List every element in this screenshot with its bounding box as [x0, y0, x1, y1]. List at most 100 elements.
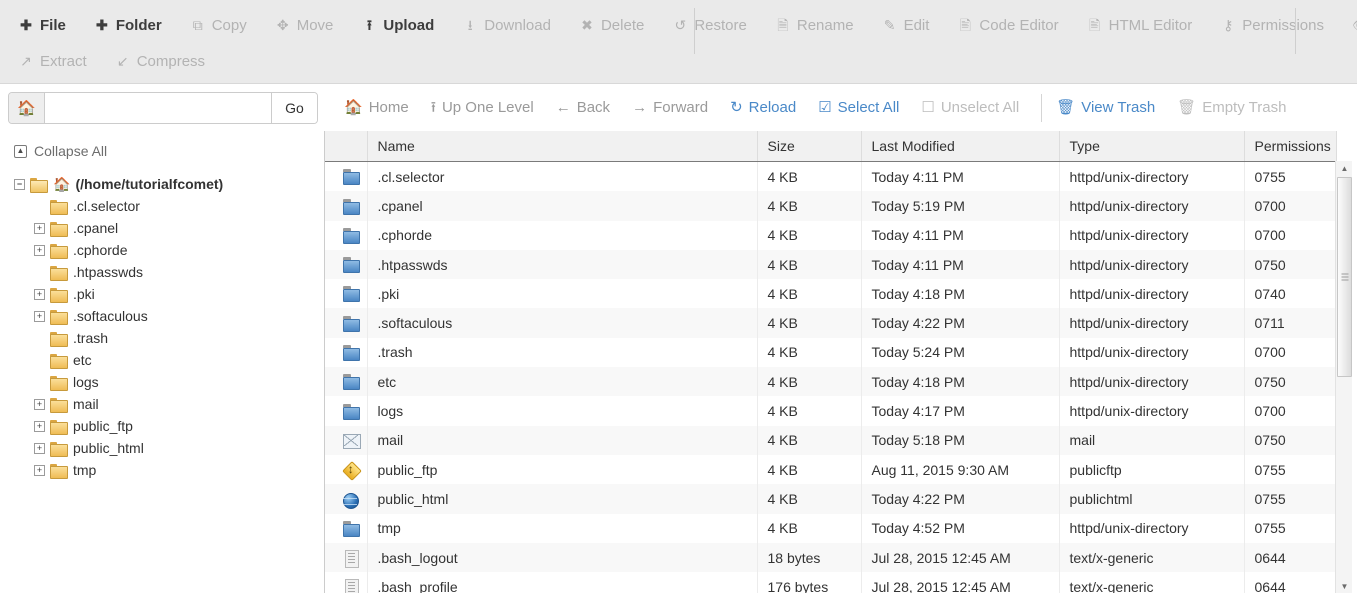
- nav-button-home[interactable]: 🏠Home: [344, 100, 409, 115]
- toolbar-button-label: Edit: [904, 18, 930, 33]
- tree-node-cphorde[interactable]: + .cphorde: [14, 239, 324, 261]
- tree-node-cpanel[interactable]: + .cpanel: [14, 217, 324, 239]
- tree-node-pki[interactable]: + .pki: [14, 283, 324, 305]
- expander-icon[interactable]: +: [34, 443, 45, 454]
- table-row[interactable]: .bash_logout18 bytesJul 28, 2015 12:45 A…: [325, 543, 1336, 572]
- nav-button-view-trash[interactable]: 🗑View Trash: [1056, 100, 1155, 115]
- toolbar-button-upload[interactable]: ⭱Upload: [357, 16, 444, 35]
- file-name-cell[interactable]: .bash_profile: [367, 572, 757, 593]
- column-header-modified[interactable]: Last Modified: [861, 131, 1059, 162]
- tree-node-public-html[interactable]: + public_html: [14, 437, 324, 459]
- tree-node-label[interactable]: etc: [73, 352, 92, 368]
- tree-node-label[interactable]: tmp: [73, 462, 96, 478]
- file-type-cell: httpd/unix-directory: [1059, 367, 1244, 396]
- go-button[interactable]: Go: [271, 93, 317, 123]
- table-row[interactable]: .cphorde4 KBToday 4:11 PMhttpd/unix-dire…: [325, 221, 1336, 250]
- toolbar-button-folder[interactable]: ✚ Folder: [90, 16, 172, 35]
- tree-node-etc[interactable]: etc: [14, 349, 324, 371]
- file-name-cell[interactable]: .pki: [367, 279, 757, 308]
- collapse-all-button[interactable]: ▲ Collapse All: [14, 143, 324, 159]
- edit-pencil-icon: ✎: [882, 18, 898, 32]
- file-name-cell[interactable]: .htpasswds: [367, 250, 757, 279]
- tree-node-mail[interactable]: + mail: [14, 393, 324, 415]
- table-row[interactable]: .pki4 KBToday 4:18 PMhttpd/unix-director…: [325, 279, 1336, 308]
- file-list-scrollbar[interactable]: ▲ ▼: [1335, 161, 1352, 593]
- tree-node-logs[interactable]: logs: [14, 371, 324, 393]
- file-name-cell[interactable]: .bash_logout: [367, 543, 757, 572]
- file-name-cell[interactable]: .cl.selector: [367, 162, 757, 192]
- column-header-permissions[interactable]: Permissions: [1244, 131, 1336, 162]
- nav-button-select-all[interactable]: ☑Select All: [818, 100, 899, 115]
- table-row[interactable]: public_html4 KBToday 4:22 PMpublichtml07…: [325, 484, 1336, 513]
- scroll-up-arrow[interactable]: ▲: [1336, 161, 1353, 175]
- nav-button-back[interactable]: ←Back: [556, 100, 610, 115]
- expander-icon[interactable]: +: [34, 311, 45, 322]
- file-name-cell[interactable]: logs: [367, 396, 757, 425]
- file-name-cell[interactable]: etc: [367, 367, 757, 396]
- table-row[interactable]: etc4 KBToday 4:18 PMhttpd/unix-directory…: [325, 367, 1336, 396]
- expander-icon[interactable]: +: [34, 465, 45, 476]
- tree-node-label[interactable]: public_html: [73, 440, 144, 456]
- file-name-cell[interactable]: .cpanel: [367, 191, 757, 220]
- tree-node-label[interactable]: .trash: [73, 330, 108, 346]
- file-name-cell[interactable]: mail: [367, 426, 757, 455]
- tree-node-label[interactable]: .softaculous: [73, 308, 148, 324]
- expander-icon[interactable]: +: [34, 245, 45, 256]
- tree-node-label[interactable]: .pki: [73, 286, 95, 302]
- table-row[interactable]: .softaculous4 KBToday 4:22 PMhttpd/unix-…: [325, 308, 1336, 337]
- tree-node-htpasswds[interactable]: .htpasswds: [14, 261, 324, 283]
- table-row[interactable]: .trash4 KBToday 5:24 PMhttpd/unix-direct…: [325, 338, 1336, 367]
- scrollbar-thumb[interactable]: [1337, 177, 1352, 377]
- nav-button-label: Unselect All: [941, 100, 1019, 115]
- expander-icon[interactable]: +: [34, 223, 45, 234]
- tree-root-node[interactable]: − 🏠 (/home/tutorialfcomet): [14, 173, 324, 195]
- table-row[interactable]: .bash_profile176 bytesJul 28, 2015 12:45…: [325, 572, 1336, 593]
- column-header-type[interactable]: Type: [1059, 131, 1244, 162]
- tree-node-trash[interactable]: .trash: [14, 327, 324, 349]
- scroll-down-arrow[interactable]: ▼: [1336, 579, 1353, 593]
- table-row[interactable]: tmp4 KBToday 4:52 PMhttpd/unix-directory…: [325, 514, 1336, 543]
- expander-icon[interactable]: +: [34, 289, 45, 300]
- file-name-cell[interactable]: public_html: [367, 484, 757, 513]
- tree-node-label[interactable]: mail: [73, 396, 99, 412]
- toolbar-button-label: Folder: [116, 18, 162, 33]
- tree-node-label[interactable]: .cpanel: [73, 220, 118, 236]
- nav-button-reload[interactable]: ↻Reload: [730, 100, 796, 115]
- nav-button-up-one-level[interactable]: ⭱Up One Level: [431, 100, 534, 115]
- table-row[interactable]: .cl.selector4 KBToday 4:11 PMhttpd/unix-…: [325, 162, 1336, 192]
- tree-node-label[interactable]: .cphorde: [73, 242, 127, 258]
- column-header-size[interactable]: Size: [757, 131, 861, 162]
- table-row[interactable]: mail4 KBToday 5:18 PMmail0750: [325, 426, 1336, 455]
- tree-node-tmp[interactable]: + tmp: [14, 459, 324, 481]
- expander-icon[interactable]: −: [14, 179, 25, 190]
- toolbar-button-file[interactable]: ✚File: [14, 16, 76, 35]
- nav-button-forward[interactable]: →Forward: [632, 100, 708, 115]
- table-row[interactable]: .htpasswds4 KBToday 4:11 PMhttpd/unix-di…: [325, 250, 1336, 279]
- file-name-cell[interactable]: tmp: [367, 514, 757, 543]
- file-name-cell[interactable]: .softaculous: [367, 308, 757, 337]
- file-name-cell[interactable]: .trash: [367, 338, 757, 367]
- expander-icon[interactable]: +: [34, 421, 45, 432]
- tree-root-label[interactable]: (/home/tutorialfcomet): [75, 176, 223, 192]
- file-permissions-cell: 0750: [1244, 367, 1336, 396]
- home-icon[interactable]: 🏠: [9, 93, 45, 123]
- file-name-cell[interactable]: public_ftp: [367, 455, 757, 484]
- file-name-cell[interactable]: .cphorde: [367, 221, 757, 250]
- table-row[interactable]: logs4 KBToday 4:17 PMhttpd/unix-director…: [325, 396, 1336, 425]
- column-header-name[interactable]: Name: [367, 131, 757, 162]
- tree-node-cl.selector[interactable]: .cl.selector: [14, 195, 324, 217]
- tree-node-public-ftp[interactable]: + public_ftp: [14, 415, 324, 437]
- tree-node-label[interactable]: logs: [73, 374, 99, 390]
- tree-node-label[interactable]: .cl.selector: [73, 198, 140, 214]
- table-row[interactable]: public_ftp4 KBAug 11, 2015 9:30 AMpublic…: [325, 455, 1336, 484]
- nav-button-label: Empty Trash: [1202, 100, 1286, 115]
- toolbar-button-label: Upload: [383, 18, 434, 33]
- file-type-cell: publichtml: [1059, 484, 1244, 513]
- plus-icon: ✚: [94, 18, 110, 32]
- tree-node-softaculous[interactable]: + .softaculous: [14, 305, 324, 327]
- tree-node-label[interactable]: public_ftp: [73, 418, 133, 434]
- table-row[interactable]: .cpanel4 KBToday 5:19 PMhttpd/unix-direc…: [325, 191, 1336, 220]
- path-input[interactable]: [45, 93, 271, 123]
- tree-node-label[interactable]: .htpasswds: [73, 264, 143, 280]
- expander-icon[interactable]: +: [34, 399, 45, 410]
